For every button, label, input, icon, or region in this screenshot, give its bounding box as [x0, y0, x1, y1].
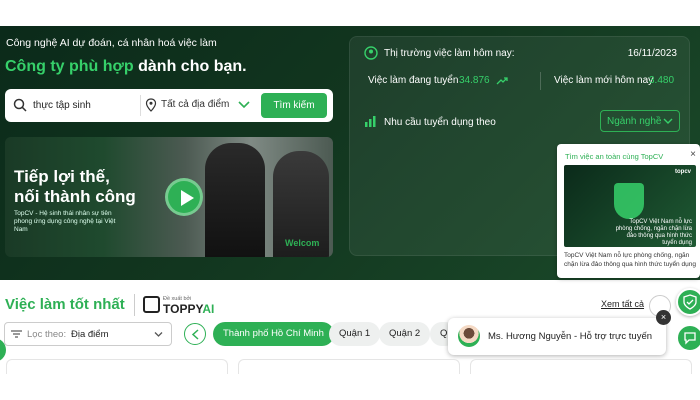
- banner-person-image: [205, 143, 265, 257]
- location-select[interactable]: Tất cả địa điểm: [161, 99, 229, 110]
- toppy-brand: TOPPY: [163, 302, 203, 316]
- chip-quan-2[interactable]: Quận 2: [379, 322, 431, 346]
- search-button[interactable]: Tìm kiếm: [261, 93, 327, 118]
- demand-title: Nhu cầu tuyển dụng theo: [384, 117, 496, 128]
- active-jobs-value: 34.876: [459, 75, 490, 86]
- live-chat-bar[interactable]: Ms. Hương Nguyễn - Hỗ trợ trực tuyến: [448, 318, 666, 355]
- search-job-icon: [364, 46, 378, 60]
- job-card[interactable]: [238, 359, 460, 374]
- search-input[interactable]: [33, 97, 133, 114]
- play-video-button[interactable]: [165, 178, 203, 216]
- topcv-logo: topcv: [674, 169, 691, 175]
- filter-select[interactable]: Lọc theo: Địa điểm: [4, 322, 172, 346]
- search-bar: Tất cả địa điểm Tìm kiếm: [5, 89, 333, 122]
- shield-icon: [614, 183, 644, 219]
- chip-ho-chi-minh[interactable]: Thành phố Hồ Chí Minh: [213, 322, 334, 346]
- trend-up-icon: [496, 77, 508, 85]
- hero-title: Công ty phù hợp dành cho bạn.: [5, 58, 247, 76]
- new-jobs-label: Việc làm mới hôm nay: [554, 75, 654, 86]
- popup-close-button[interactable]: ×: [690, 149, 696, 160]
- industry-select-label: Ngành nghề: [607, 116, 662, 127]
- chat-close-button[interactable]: ×: [656, 310, 671, 325]
- chat-agent-label: Ms. Hương Nguyễn - Hỗ trợ trực tuyến: [488, 331, 653, 342]
- active-jobs-label: Việc làm đang tuyển: [368, 75, 459, 86]
- promo-banner[interactable]: Tiếp lợi thế, nối thành công TopCV - Hệ …: [5, 137, 333, 257]
- stat-divider: [540, 72, 541, 90]
- banner-description: TopCV - Hệ sinh thái nhân sự tiên phong …: [14, 210, 116, 233]
- filter-value: Địa điểm: [71, 329, 109, 340]
- shield-check-icon[interactable]: [676, 288, 700, 316]
- banner-title: Tiếp lợi thế, nối thành công: [14, 167, 136, 206]
- filter-label: Lọc theo:: [27, 329, 67, 340]
- section-divider: [134, 294, 135, 316]
- hero-title-rest: dành cho bạn.: [133, 58, 247, 75]
- new-jobs-value: 3.480: [649, 75, 675, 86]
- safety-popup[interactable]: Tìm việc an toàn cùng TopCV × topcv TopC…: [557, 144, 700, 278]
- hero-title-accent: Công ty phù hợp: [5, 58, 134, 75]
- popup-title: Tìm việc an toàn cùng TopCV: [565, 152, 664, 161]
- banner-welcome-text: Welcom: [285, 238, 320, 248]
- chat-bubble-icon[interactable]: [676, 324, 700, 352]
- toppy-logo-icon: [143, 296, 160, 313]
- popup-image-text: TopCV Việt Nam nỗ lực phòng chống, ngăn …: [615, 219, 692, 246]
- search-divider: [140, 95, 141, 116]
- chevron-left-icon: [191, 329, 199, 340]
- popup-description: TopCV Việt Nam nỗ lực phòng chống, ngăn …: [564, 252, 696, 268]
- chip-quan-1[interactable]: Quận 1: [329, 322, 381, 346]
- bar-chart-icon: [365, 116, 376, 127]
- location-pin-icon: [145, 98, 157, 112]
- chat-icon: [684, 332, 696, 345]
- chip-prev-button[interactable]: [184, 323, 206, 345]
- search-icon: [13, 98, 27, 112]
- filter-icon: [11, 330, 22, 338]
- toppy-ai-brand: TOPPYAI: [163, 302, 214, 316]
- toppy-ai: AI: [202, 302, 215, 316]
- chevron-down-icon: [154, 332, 163, 337]
- chevron-down-icon: [663, 118, 673, 124]
- avatar: [458, 325, 480, 347]
- market-title: Thị trường việc làm hôm nay:: [384, 48, 515, 59]
- job-card[interactable]: [6, 359, 228, 374]
- popup-image: topcv TopCV Việt Nam nỗ lực phòng chống,…: [564, 165, 696, 247]
- market-date: 16/11/2023: [627, 48, 677, 59]
- hero-subtitle: Công nghệ AI dự đoán, cá nhân hoá việc l…: [6, 37, 217, 49]
- industry-select[interactable]: Ngành nghề: [600, 110, 680, 132]
- chevron-down-icon[interactable]: [238, 100, 250, 110]
- view-all-link[interactable]: Xem tất cả: [601, 299, 644, 309]
- job-card[interactable]: [470, 359, 692, 374]
- page: Công nghệ AI dự đoán, cá nhân hoá việc l…: [0, 26, 700, 374]
- shield-icon: [683, 294, 697, 310]
- best-jobs-title: Việc làm tốt nhất: [5, 296, 125, 313]
